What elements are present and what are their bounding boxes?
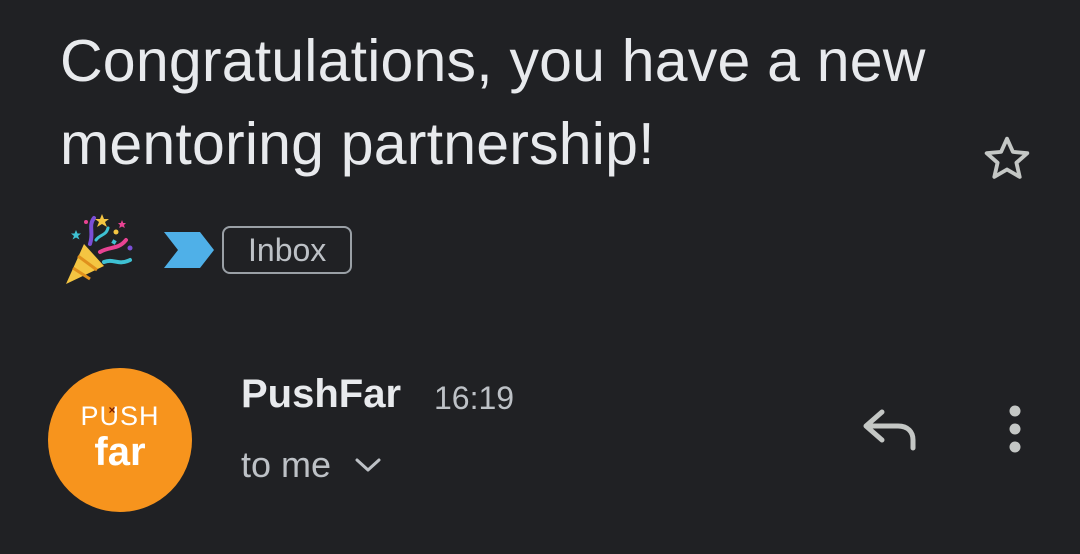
label-chip-inbox[interactable]: Inbox [222, 226, 353, 274]
star-outline-icon [984, 136, 1030, 179]
more-options-button[interactable] [990, 398, 1040, 460]
recipient-text: to me [241, 444, 332, 485]
email-subject: Congratulations, you have a new mentorin… [60, 28, 926, 177]
reply-button[interactable] [854, 398, 924, 460]
sent-time: 16:19 [434, 380, 515, 416]
reply-icon [863, 409, 916, 451]
star-button[interactable] [972, 124, 1042, 194]
recipient-details-toggle[interactable]: to me [241, 440, 383, 490]
sender-name: PushFar [241, 372, 402, 416]
avatar-logo-bottom: far [94, 430, 146, 474]
sender-avatar: PUSH × far [48, 368, 192, 512]
party-popper-icon [66, 214, 133, 284]
avatar-logo-top: PUSH × [80, 401, 160, 431]
chevron-down-icon [355, 458, 381, 472]
more-vert-icon [1009, 405, 1021, 453]
importance-marker-icon [164, 232, 214, 268]
labels-row: Inbox [60, 210, 353, 290]
